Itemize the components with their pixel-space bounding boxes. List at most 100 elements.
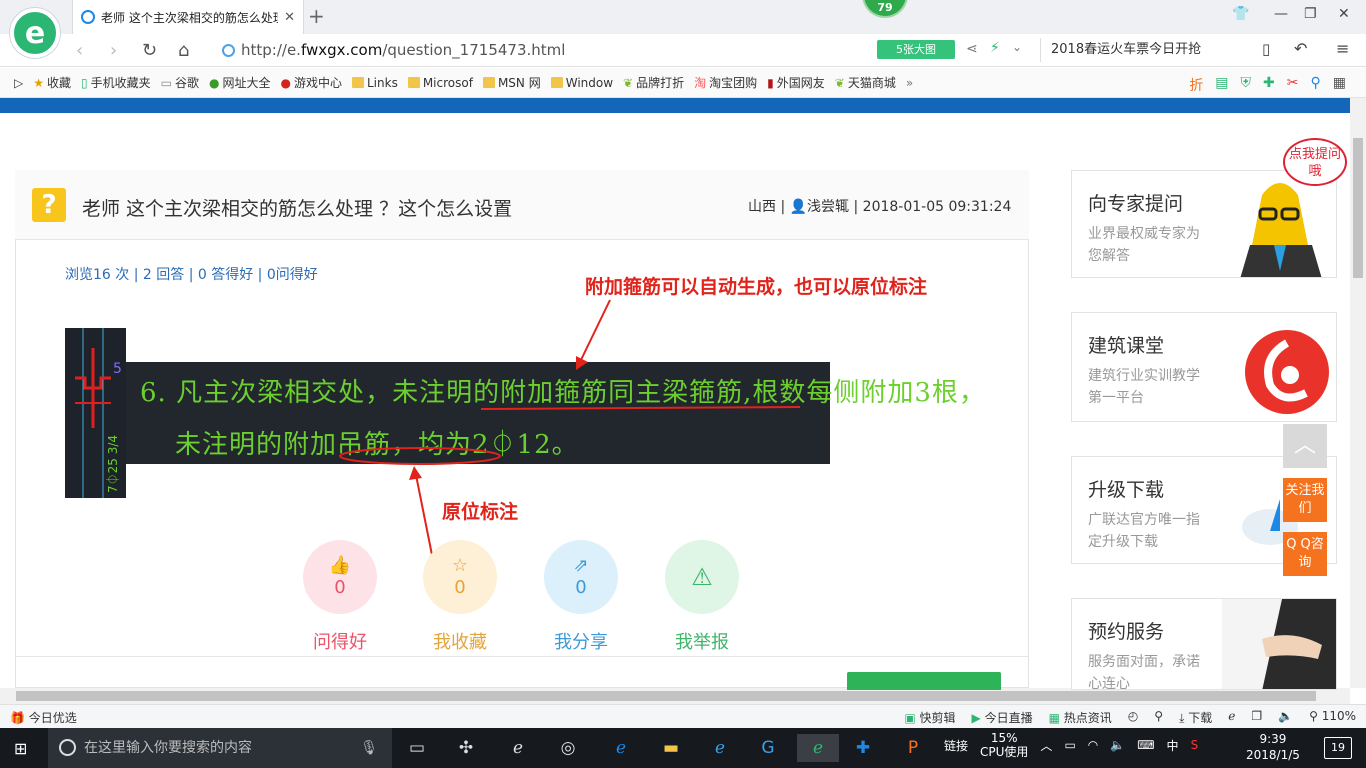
phone-icon[interactable]: ▯ xyxy=(1262,40,1270,58)
bookmark-item[interactable]: ● 游戏中心 xyxy=(281,74,343,91)
search-icon[interactable]: ⚲ xyxy=(1311,75,1321,95)
share-action[interactable]: ⇗ 0 我分享 xyxy=(521,540,641,654)
bookmark-item[interactable]: Links xyxy=(352,76,398,90)
bookmark-item[interactable]: ● 网址大全 xyxy=(209,74,271,91)
discount-icon[interactable]: 折 xyxy=(1189,75,1203,95)
sidebar-card-classroom[interactable]: 建筑课堂 建筑行业实训教学第一平台 xyxy=(1071,312,1337,422)
shield-icon[interactable]: ⛨ xyxy=(1241,75,1252,95)
undo-icon[interactable]: ↶ xyxy=(1294,39,1307,58)
share-circle[interactable]: ⇗ 0 xyxy=(544,540,618,614)
qq-consult-button[interactable]: Q Q咨询 xyxy=(1283,532,1327,576)
slides-app-icon[interactable]: P xyxy=(898,734,928,762)
speaker-icon[interactable]: 🔈 xyxy=(1110,738,1125,752)
back-arrow-icon[interactable]: ‹ xyxy=(76,40,83,61)
battery-icon[interactable]: ▭ xyxy=(1064,738,1075,752)
bookmark-item[interactable]: MSN 网 xyxy=(482,74,541,91)
follow-us-button[interactable]: 关注我们 xyxy=(1283,478,1327,522)
ie-browser-icon[interactable]: ℯ xyxy=(503,734,533,762)
scrollbar-thumb[interactable] xyxy=(1353,138,1363,278)
bookmark-item[interactable]: ★ 收藏 xyxy=(33,74,71,91)
bookmark-item[interactable]: ❦ 天猫商城 xyxy=(835,74,896,91)
chevron-down-icon[interactable]: ⌄ xyxy=(1012,40,1022,54)
favorite-label[interactable]: 我收藏 xyxy=(400,628,520,654)
sogou-icon[interactable]: S xyxy=(1191,738,1199,752)
back-to-top-button[interactable]: ︿ xyxy=(1283,424,1327,468)
close-tab-icon[interactable]: ✕ xyxy=(284,10,295,25)
bookmark-item[interactable]: ❦ 品牌打折 xyxy=(623,74,684,91)
links-toolbar[interactable]: 链接 xyxy=(944,737,968,754)
forward-arrow-icon[interactable]: › xyxy=(110,40,117,61)
bookmark-item[interactable]: ▭ 谷歌 xyxy=(161,74,199,91)
report-circle[interactable]: ⚠ xyxy=(665,540,739,614)
lightning-icon[interactable]: ⚡ xyxy=(990,40,1000,56)
keyboard-icon[interactable]: ⌨ xyxy=(1137,738,1154,752)
news-link[interactable]: ▦ 热点资讯 xyxy=(1049,709,1112,726)
download-link[interactable]: ⤓ 下载 xyxy=(1179,709,1212,726)
report-label[interactable]: 我举报 xyxy=(642,628,762,654)
microphone-icon[interactable]: 🎙 xyxy=(360,728,378,768)
scrollbar-thumb[interactable] xyxy=(16,691,1316,701)
report-action[interactable]: ⚠ 我举报 xyxy=(642,540,762,654)
favorite-circle[interactable]: ☆ 0 xyxy=(423,540,497,614)
ie-mode-icon[interactable]: ℯ xyxy=(1228,709,1235,726)
plus-app-icon[interactable]: ✚ xyxy=(848,734,878,762)
refresh-icon[interactable]: ↻ xyxy=(142,40,157,61)
status-left[interactable]: 🎁 今日优选 xyxy=(10,709,77,726)
volume-icon[interactable]: 🔈 xyxy=(1278,709,1293,726)
like-label[interactable]: 问得好 xyxy=(280,628,400,654)
answer-button[interactable] xyxy=(847,672,1001,690)
share-label[interactable]: 我分享 xyxy=(521,628,641,654)
scissors-icon[interactable]: ✂ xyxy=(1287,75,1299,95)
sidebar-toggle-icon[interactable]: ▷ xyxy=(14,76,23,90)
zoom-level[interactable]: ⚲ 110% xyxy=(1309,709,1356,726)
fan-app-icon[interactable]: ✣ xyxy=(451,734,481,762)
wifi-icon[interactable]: ◠ xyxy=(1088,738,1098,752)
taskbar-search-input[interactable]: 在这里输入你要搜索的内容 🎙 xyxy=(48,728,392,768)
ime-indicator[interactable]: 中 xyxy=(1167,737,1179,754)
bookmark-item[interactable]: 淘淘宝团购 xyxy=(694,74,757,91)
minimize-icon[interactable]: — xyxy=(1274,6,1288,22)
notification-center-icon[interactable]: 19 xyxy=(1324,737,1352,759)
browser-tab[interactable]: 老师 这个主次梁相交的筋怎么处理 ✕ xyxy=(72,0,304,34)
like-circle[interactable]: 👍 0 xyxy=(303,540,377,614)
grid-icon[interactable]: ▦ xyxy=(1333,75,1346,95)
browser-logo-icon[interactable]: e xyxy=(10,8,60,58)
speed-icon[interactable]: ◴ xyxy=(1128,709,1138,726)
new-tab-button[interactable]: + xyxy=(308,4,325,28)
file-explorer-icon[interactable]: ▬ xyxy=(656,734,686,762)
windows-start-icon[interactable]: ⊞ xyxy=(14,739,27,758)
sidebar-card-service[interactable]: 预约服务 服务面对面，承诺心连心 xyxy=(1071,598,1337,690)
quick-edit-link[interactable]: ▣ 快剪辑 xyxy=(904,709,955,726)
window-icon[interactable]: ❐ xyxy=(1251,709,1262,726)
bookmark-item[interactable]: ▯ 手机收藏夹 xyxy=(81,74,151,91)
pin-icon[interactable]: ⚲ xyxy=(1154,709,1163,726)
edge-icon[interactable]: ℯ xyxy=(606,734,636,762)
ask-bubble[interactable]: 点我提问哦 xyxy=(1283,138,1347,186)
chevron-up-icon[interactable]: ︿ xyxy=(1040,737,1052,754)
home-icon[interactable]: ⌂ xyxy=(178,40,189,61)
sidebar-card-expert[interactable]: 向专家提问 业界最权威专家为您解答 xyxy=(1071,170,1337,278)
more-bookmarks-icon[interactable]: » xyxy=(906,76,913,90)
taskbar-clock[interactable]: 9:39 2018/1/5 xyxy=(1246,731,1300,763)
like-action[interactable]: 👍 0 问得好 xyxy=(280,540,400,654)
book-icon[interactable]: ▤ xyxy=(1215,75,1228,95)
cpu-meter[interactable]: 15% CPU使用 xyxy=(980,731,1028,759)
favorite-action[interactable]: ☆ 0 我收藏 xyxy=(400,540,520,654)
live-link[interactable]: ▶ 今日直播 xyxy=(972,709,1033,726)
horizontal-scrollbar[interactable] xyxy=(0,688,1350,704)
vertical-scrollbar[interactable] xyxy=(1350,98,1366,688)
bookmark-item[interactable]: ▮ 外国网友 xyxy=(767,74,825,91)
shirt-icon[interactable]: 👕 xyxy=(1232,6,1249,22)
bookmark-item[interactable]: Microsof xyxy=(407,76,473,90)
360-browser-task-icon[interactable]: ℯ xyxy=(797,734,839,762)
big-image-button[interactable]: 5张大图 xyxy=(877,40,955,59)
bookmark-item[interactable]: Window xyxy=(550,76,613,90)
g-app-icon[interactable]: G xyxy=(753,734,783,762)
plus-app-icon[interactable]: ✚ xyxy=(1263,75,1275,95)
task-view-icon[interactable]: ▭ xyxy=(402,734,432,762)
search-input[interactable]: 2018春运火车票今日开抢 xyxy=(1040,38,1236,62)
restore-icon[interactable]: ❐ xyxy=(1304,6,1317,22)
close-window-icon[interactable]: ✕ xyxy=(1338,6,1350,22)
spiral-app-icon[interactable]: ◎ xyxy=(553,734,583,762)
internet-explorer-icon[interactable]: ℯ xyxy=(705,734,735,762)
